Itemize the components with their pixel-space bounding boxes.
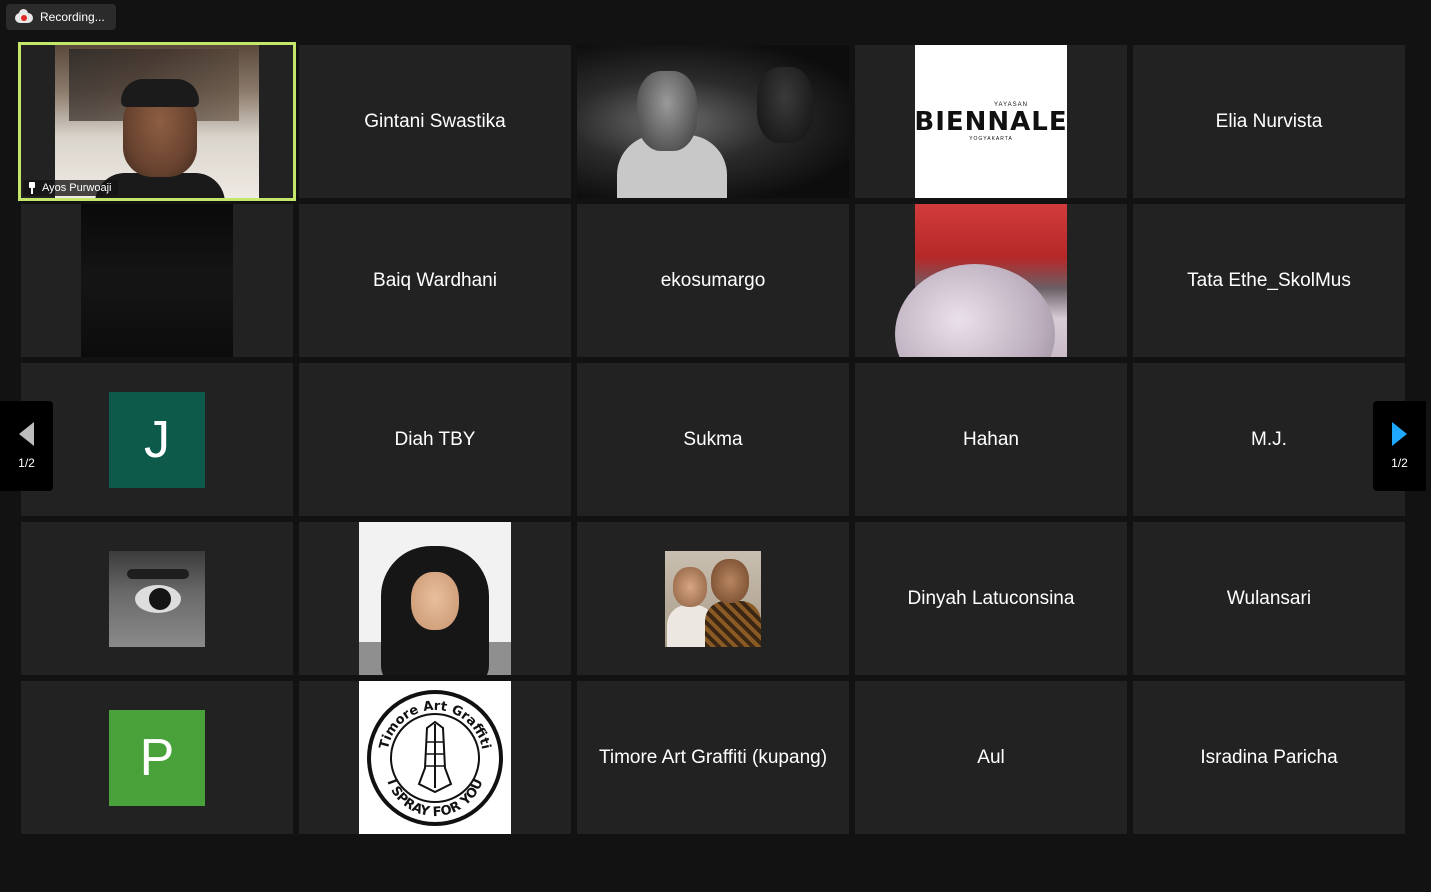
page-indicator: 1/2 (1391, 456, 1408, 470)
participant-tile[interactable] (21, 522, 293, 675)
meeting-window: Recording... Ayos Purwoaji Gintani Swast… (0, 0, 1431, 892)
participant-profile-picture (665, 550, 761, 647)
participant-name: Wulansari (1226, 587, 1312, 609)
participant-tile[interactable]: P (21, 681, 293, 834)
chevron-right-icon (1392, 422, 1407, 446)
participant-name: Elia Nurvista (1215, 110, 1323, 132)
participant-tile[interactable]: Dinyah Latuconsina (855, 522, 1127, 675)
pin-icon (27, 182, 37, 194)
participant-video (81, 204, 233, 357)
participant-name: Isradina Paricha (1200, 746, 1338, 768)
gallery-grid: Ayos Purwoaji Gintani Swastika YAYASAN B… (18, 42, 1405, 834)
participant-tile[interactable]: M.J. (1133, 363, 1405, 516)
participant-tile[interactable] (299, 522, 571, 675)
previous-page-button[interactable]: 1/2 (0, 401, 53, 491)
participant-tile[interactable]: Gintani Swastika (299, 45, 571, 198)
participant-video (577, 45, 849, 198)
participant-tile[interactable]: J (21, 363, 293, 516)
participant-initial-avatar: J (109, 391, 205, 488)
participant-tile[interactable]: Isradina Paricha (1133, 681, 1405, 834)
cloud-recording-icon (15, 9, 33, 23)
participant-name: Ayos Purwoaji (42, 182, 112, 194)
participant-initial-avatar: P (109, 709, 205, 806)
praying-hands-stamp-icon: Timore Art Graffiti I SPRAY FOR YOU (367, 689, 503, 826)
participant-profile-picture (359, 522, 511, 675)
participant-tile[interactable]: Baiq Wardhani (299, 204, 571, 357)
participant-tile[interactable]: Diah TBY (299, 363, 571, 516)
biennale-logo: YAYASAN BIENNALE YOGYAKARTA (914, 45, 1068, 198)
participant-name: Dinyah Latuconsina (907, 587, 1075, 609)
participant-profile-picture (895, 204, 1067, 357)
participant-tile[interactable]: ekosumargo (577, 204, 849, 357)
participant-name: M.J. (1251, 428, 1287, 450)
participant-name: Sukma (683, 428, 743, 450)
participant-name-tag: Ayos Purwoaji (23, 180, 118, 196)
participant-tile[interactable]: Sukma (577, 363, 849, 516)
logo-text-main: BIENNALE (914, 106, 1068, 137)
participant-tile[interactable] (21, 204, 293, 357)
participant-tile[interactable]: Timore Art Graffiti (kupang) (577, 681, 849, 834)
participant-name: Aul (977, 746, 1005, 768)
participant-name: ekosumargo (660, 269, 766, 291)
recording-indicator[interactable]: Recording... (6, 4, 116, 30)
participant-tile[interactable] (855, 204, 1127, 357)
logo-text-bottom: YOGYAKARTA (969, 135, 1013, 142)
graffiti-stamp-logo: Timore Art Graffiti I SPRAY FOR YOU (359, 681, 511, 834)
participant-tile[interactable] (577, 45, 849, 198)
participant-video (55, 45, 259, 198)
next-page-button[interactable]: 1/2 (1373, 401, 1426, 491)
participant-tile[interactable] (577, 522, 849, 675)
participant-tile-active[interactable]: Ayos Purwoaji (18, 42, 296, 201)
participant-tile[interactable]: Hahan (855, 363, 1127, 516)
chevron-left-icon (19, 422, 34, 446)
participant-name: Diah TBY (394, 428, 476, 450)
participant-tile[interactable]: Tata Ethe_SkolMus (1133, 204, 1405, 357)
participant-tile[interactable]: Elia Nurvista (1133, 45, 1405, 198)
participant-name: Baiq Wardhani (373, 269, 497, 291)
participant-profile-picture (109, 550, 205, 647)
participant-name: Tata Ethe_SkolMus (1187, 269, 1351, 291)
participant-name: Gintani Swastika (364, 110, 506, 132)
participant-tile[interactable]: YAYASAN BIENNALE YOGYAKARTA (855, 45, 1127, 198)
participant-tile[interactable]: Aul (855, 681, 1127, 834)
participant-name: Hahan (963, 428, 1019, 450)
participant-tile[interactable]: Timore Art Graffiti I SPRAY FOR YOU (299, 681, 571, 834)
participant-name: Timore Art Graffiti (kupang) (598, 746, 828, 768)
participant-tile[interactable]: Wulansari (1133, 522, 1405, 675)
recording-label: Recording... (40, 10, 105, 24)
page-indicator: 1/2 (18, 456, 35, 470)
